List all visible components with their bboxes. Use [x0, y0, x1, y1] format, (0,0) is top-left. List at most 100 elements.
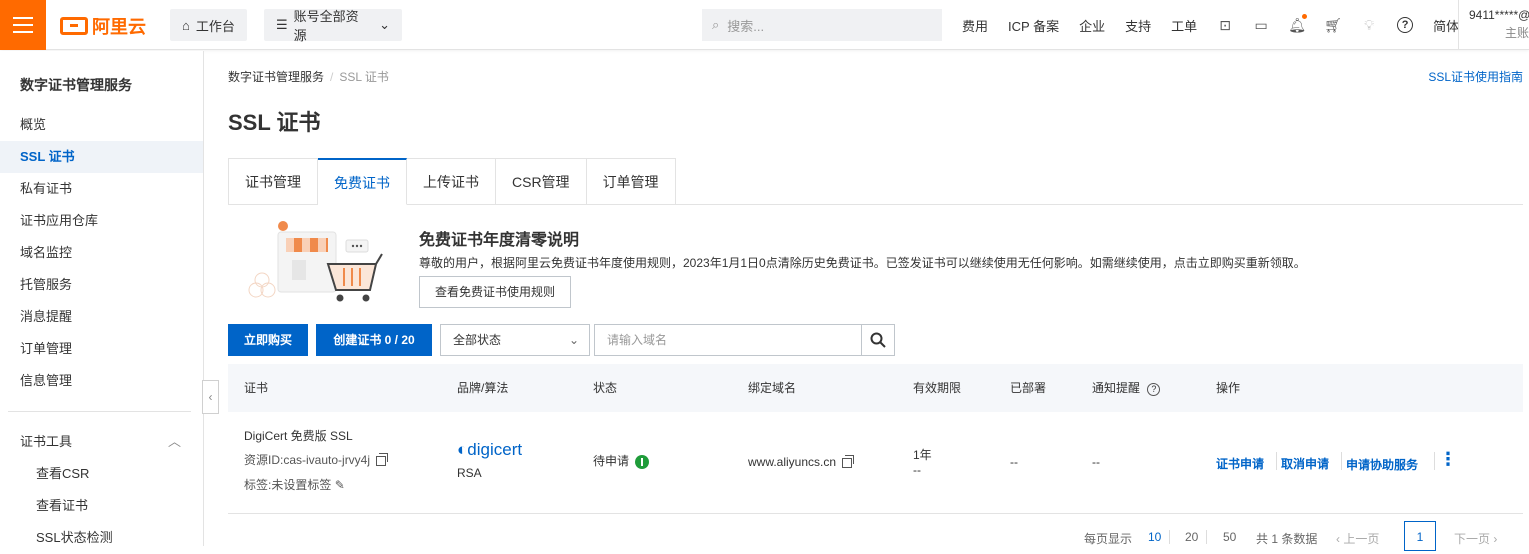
status-text: 待申请 [593, 454, 630, 468]
global-search-input[interactable]: ⌕ 搜索... [702, 9, 942, 41]
view-rules-button[interactable]: 查看免费证书使用规则 [419, 276, 572, 308]
aliyun-logo[interactable]: 阿里云 [60, 13, 146, 39]
status-select[interactable]: 全部状态 ⌄ [440, 324, 590, 356]
domain-search-input[interactable]: 请输入域名 [594, 324, 862, 356]
apply-cert-link[interactable]: 证书申请 [1216, 455, 1264, 472]
robot-icon[interactable]: ⊡ [1217, 17, 1233, 33]
fees-link[interactable]: 费用 [962, 16, 988, 35]
cert-tags[interactable]: 标签:未设置标签 ✎ [244, 476, 345, 493]
action-divider [1341, 452, 1342, 470]
tabs: 证书管理 免费证书 上传证书 CSR管理 订单管理 [228, 158, 676, 205]
deployed: -- [1010, 455, 1018, 469]
pagination: 每页显示 10 20 50 共 1 条数据 ‹ 上一页 1 下一页 › [228, 521, 1523, 551]
next-label: 下一页 [1454, 532, 1491, 546]
workbench-label: 工作台 [195, 18, 235, 34]
resources-dropdown[interactable]: ☰ 账号全部资源 ⌄ [264, 9, 402, 43]
table-header: 证书 品牌/算法 状态 绑定域名 有效期限 已部署 通知提醒 ? 操作 [228, 364, 1523, 412]
sidebar-group-label: 证书工具 [20, 434, 73, 449]
workbench-button[interactable]: ⌂ 工作台 [170, 9, 247, 41]
user-role: 主账 [1504, 26, 1529, 40]
page-size-10[interactable]: 10 [1148, 530, 1161, 544]
cancel-apply-link[interactable]: 取消申请 [1281, 455, 1329, 472]
language-switch[interactable]: 简体 [1433, 16, 1459, 35]
col-actions: 操作 [1216, 381, 1241, 395]
sidebar-item-overview[interactable]: 概览 [0, 109, 203, 141]
icp-link[interactable]: ICP 备案 [1008, 16, 1059, 35]
terminal-icon[interactable]: ▭ [1253, 17, 1269, 33]
guide-link[interactable]: SSL证书使用指南 [1428, 68, 1523, 85]
logo-text: 阿里云 [92, 17, 146, 37]
help-icon[interactable]: ? [1147, 383, 1161, 396]
sidebar-item-notifications[interactable]: 消息提醒 [0, 301, 203, 333]
prev-label: 上一页 [1343, 532, 1380, 546]
list-icon: ☰ [276, 17, 288, 32]
help-icon[interactable]: ? [1397, 17, 1414, 33]
assist-service-link[interactable]: 申请协助服务 [1346, 456, 1418, 473]
user-account[interactable]: 9411*****@ 主账 [1458, 0, 1529, 50]
support-link[interactable]: 支持 [1125, 16, 1151, 35]
create-cert-button[interactable]: 创建证书 0 / 20 [316, 324, 432, 356]
tab-free-cert[interactable]: 免费证书 [318, 158, 407, 205]
search-icon: ⌕ [712, 17, 720, 32]
col-brand: 品牌/算法 [457, 381, 509, 395]
menu-icon[interactable] [0, 0, 46, 50]
tab-upload-cert[interactable]: 上传证书 [407, 158, 496, 205]
bell-icon[interactable]: 🔔︎ [1288, 14, 1308, 33]
sidebar-item-info[interactable]: 信息管理 [0, 365, 203, 397]
sidebar-item-hosting[interactable]: 托管服务 [0, 269, 203, 301]
buy-now-button[interactable]: 立即购买 [228, 324, 308, 356]
col-notify-label: 通知提醒 [1092, 381, 1141, 395]
page-size-20[interactable]: 20 [1185, 530, 1198, 544]
chevron-down-icon: ⌄ [568, 333, 579, 347]
action-divider [1276, 452, 1277, 470]
search-icon [870, 332, 886, 348]
copy-icon[interactable] [376, 452, 389, 466]
cart-icon[interactable]: 🛒︎ [1324, 17, 1342, 33]
ticket-link[interactable]: 工单 [1171, 16, 1197, 35]
tabs-underline [670, 204, 1523, 205]
notice-text: 尊敬的用户，根据阿里云免费证书年度使用规则，2023年1月1日0点清除历史免费证… [419, 256, 1306, 270]
aliyun-logo-icon [60, 17, 88, 35]
resource-id: 资源ID:cas-ivauto-jrvy4j [244, 451, 389, 468]
sidebar-item-cert-repo[interactable]: 证书应用仓库 [0, 205, 203, 237]
tab-csr[interactable]: CSR管理 [496, 158, 587, 205]
sidebar-group-tools[interactable]: 证书工具 ︿ [0, 426, 203, 458]
chevron-up-icon: ︿ [167, 434, 181, 449]
sidebar-item-orders[interactable]: 订单管理 [0, 333, 203, 365]
sidebar-divider [8, 411, 191, 412]
validity: 1年 [913, 448, 932, 462]
sidebar-collapse-button[interactable]: ‹ [202, 380, 219, 414]
next-page-button[interactable]: 下一页 › [1454, 530, 1497, 547]
enterprise-link[interactable]: 企业 [1079, 16, 1105, 35]
sidebar-item-ssl-check[interactable]: SSL状态检测 [0, 522, 203, 554]
prev-page-button[interactable]: ‹ 上一页 [1336, 530, 1379, 547]
page-title: SSL 证书 [228, 110, 321, 135]
action-divider [1434, 452, 1435, 470]
copy-icon[interactable] [842, 454, 855, 468]
shop-illustration [248, 221, 383, 302]
breadcrumb-current: SSL 证书 [339, 70, 389, 84]
sidebar-title: 数字证书管理服务 [20, 77, 132, 93]
validity-sub: -- [913, 463, 921, 477]
col-domain: 绑定域名 [748, 381, 797, 395]
tab-cert-management[interactable]: 证书管理 [228, 158, 318, 205]
sidebar-item-domain-monitor[interactable]: 域名监控 [0, 237, 203, 269]
more-actions-icon[interactable]: ⋮ [1439, 450, 1457, 468]
sidebar-item-ssl[interactable]: SSL 证书 [0, 141, 203, 173]
breadcrumb-item[interactable]: 数字证书管理服务 [228, 70, 324, 84]
lightbulb-icon[interactable]: 💡︎ [1361, 17, 1377, 33]
sidebar-item-view-cert[interactable]: 查看证书 [0, 490, 203, 522]
sidebar-item-view-csr[interactable]: 查看CSR [0, 458, 203, 490]
status-info-icon[interactable] [635, 454, 650, 469]
page-size-50[interactable]: 50 [1223, 530, 1236, 544]
top-bar: 阿里云 ⌂ 工作台 ☰ 账号全部资源 ⌄ ⌕ 搜索... 费用 ICP 备案 企… [0, 0, 1529, 50]
status-select-value: 全部状态 [453, 333, 502, 347]
domain-search-button[interactable] [861, 324, 895, 356]
page-current[interactable]: 1 [1404, 521, 1436, 551]
tab-orders[interactable]: 订单管理 [586, 158, 676, 205]
sidebar-item-private-cert[interactable]: 私有证书 [0, 173, 203, 205]
home-icon: ⌂ [182, 17, 190, 33]
col-deployed: 已部署 [1010, 381, 1047, 395]
chevron-right-icon: › [1490, 532, 1498, 546]
notice-banner: 免费证书年度清零说明 尊敬的用户，根据阿里云免费证书年度使用规则，2023年1月… [228, 206, 1523, 308]
